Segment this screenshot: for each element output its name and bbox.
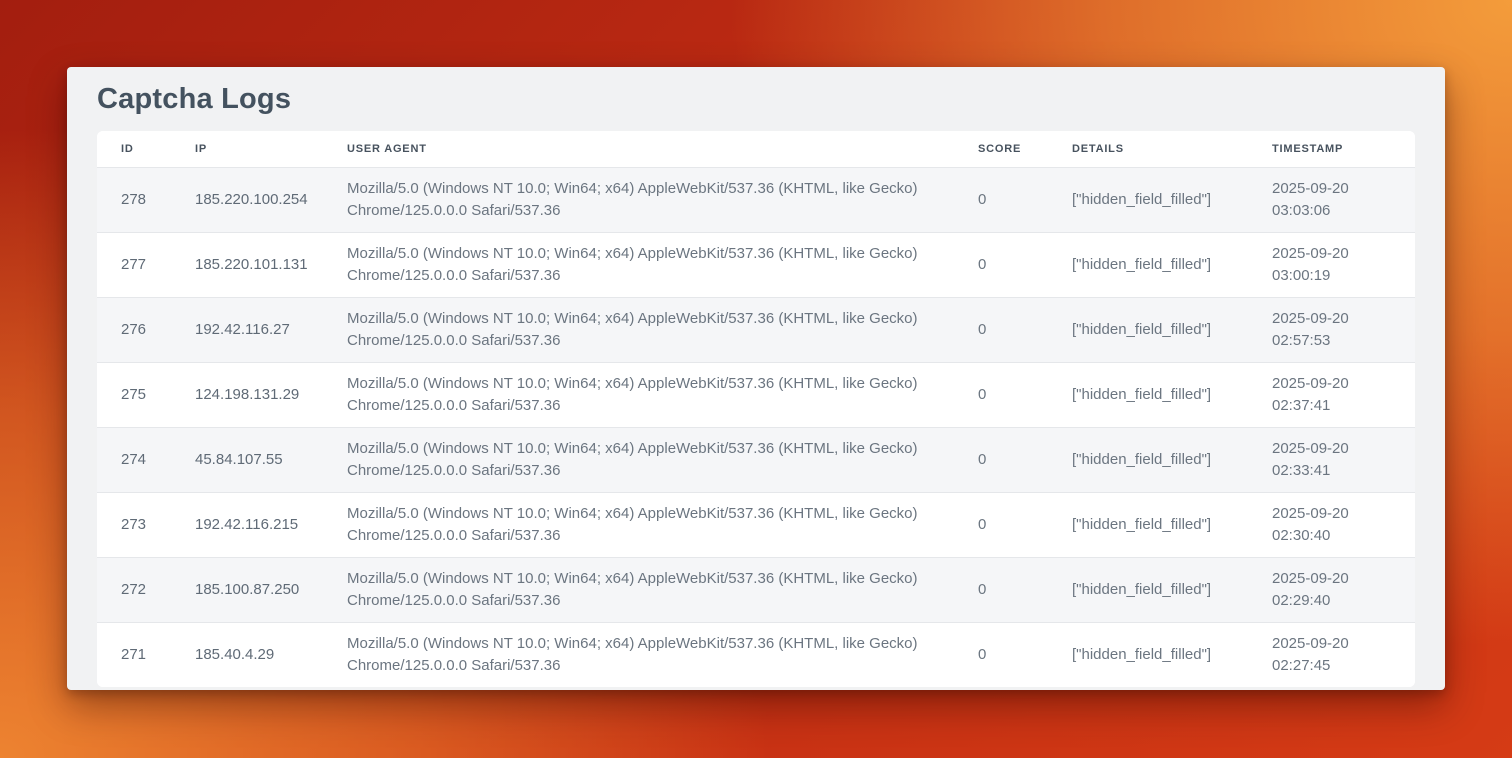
cell-id: 277 [97,232,171,297]
cell-score: 0 [954,557,1048,622]
cell-id: 273 [97,492,171,557]
column-header-details: DETAILS [1048,131,1248,167]
cell-score: 0 [954,492,1048,557]
captcha-logs-table: ID IP USER AGENT SCORE DETAILS TIMESTAMP… [97,131,1415,687]
cell-details: ["hidden_field_filled"] [1048,167,1248,232]
cell-user-agent: Mozilla/5.0 (Windows NT 10.0; Win64; x64… [323,557,954,622]
table-row: 275 124.198.131.29 Mozilla/5.0 (Windows … [97,362,1415,427]
cell-user-agent: Mozilla/5.0 (Windows NT 10.0; Win64; x64… [323,362,954,427]
cell-timestamp: 2025-09-20 03:00:19 [1248,232,1415,297]
cell-id: 272 [97,557,171,622]
cell-user-agent: Mozilla/5.0 (Windows NT 10.0; Win64; x64… [323,622,954,687]
captcha-logs-card: Captcha Logs ID IP USER AGENT SCORE DETA… [67,67,1445,690]
captcha-logs-table-container: ID IP USER AGENT SCORE DETAILS TIMESTAMP… [97,131,1415,687]
table-row: 276 192.42.116.27 Mozilla/5.0 (Windows N… [97,297,1415,362]
column-header-user-agent: USER AGENT [323,131,954,167]
cell-details: ["hidden_field_filled"] [1048,557,1248,622]
cell-details: ["hidden_field_filled"] [1048,492,1248,557]
cell-ip: 185.40.4.29 [171,622,323,687]
cell-ip: 124.198.131.29 [171,362,323,427]
cell-details: ["hidden_field_filled"] [1048,427,1248,492]
cell-ip: 185.220.100.254 [171,167,323,232]
cell-score: 0 [954,167,1048,232]
cell-id: 271 [97,622,171,687]
cell-details: ["hidden_field_filled"] [1048,622,1248,687]
table-header: ID IP USER AGENT SCORE DETAILS TIMESTAMP [97,131,1415,167]
cell-id: 278 [97,167,171,232]
table-row: 272 185.100.87.250 Mozilla/5.0 (Windows … [97,557,1415,622]
cell-timestamp: 2025-09-20 02:33:41 [1248,427,1415,492]
table-row: 274 45.84.107.55 Mozilla/5.0 (Windows NT… [97,427,1415,492]
cell-user-agent: Mozilla/5.0 (Windows NT 10.0; Win64; x64… [323,167,954,232]
column-header-timestamp: TIMESTAMP [1248,131,1415,167]
page-title: Captcha Logs [97,83,1415,115]
cell-timestamp: 2025-09-20 02:37:41 [1248,362,1415,427]
cell-id: 275 [97,362,171,427]
cell-score: 0 [954,362,1048,427]
cell-ip: 185.100.87.250 [171,557,323,622]
cell-ip: 45.84.107.55 [171,427,323,492]
cell-id: 276 [97,297,171,362]
cell-timestamp: 2025-09-20 02:30:40 [1248,492,1415,557]
table-row: 271 185.40.4.29 Mozilla/5.0 (Windows NT … [97,622,1415,687]
cell-details: ["hidden_field_filled"] [1048,297,1248,362]
column-header-ip: IP [171,131,323,167]
cell-score: 0 [954,622,1048,687]
cell-id: 274 [97,427,171,492]
cell-score: 0 [954,232,1048,297]
column-header-score: SCORE [954,131,1048,167]
cell-ip: 192.42.116.215 [171,492,323,557]
table-row: 278 185.220.100.254 Mozilla/5.0 (Windows… [97,167,1415,232]
cell-user-agent: Mozilla/5.0 (Windows NT 10.0; Win64; x64… [323,232,954,297]
table-row: 273 192.42.116.215 Mozilla/5.0 (Windows … [97,492,1415,557]
table-row: 277 185.220.101.131 Mozilla/5.0 (Windows… [97,232,1415,297]
cell-details: ["hidden_field_filled"] [1048,232,1248,297]
cell-timestamp: 2025-09-20 03:03:06 [1248,167,1415,232]
cell-timestamp: 2025-09-20 02:57:53 [1248,297,1415,362]
table-header-row: ID IP USER AGENT SCORE DETAILS TIMESTAMP [97,131,1415,167]
cell-timestamp: 2025-09-20 02:29:40 [1248,557,1415,622]
cell-details: ["hidden_field_filled"] [1048,362,1248,427]
cell-score: 0 [954,427,1048,492]
table-body: 278 185.220.100.254 Mozilla/5.0 (Windows… [97,167,1415,687]
cell-score: 0 [954,297,1048,362]
cell-ip: 185.220.101.131 [171,232,323,297]
cell-ip: 192.42.116.27 [171,297,323,362]
cell-user-agent: Mozilla/5.0 (Windows NT 10.0; Win64; x64… [323,427,954,492]
cell-user-agent: Mozilla/5.0 (Windows NT 10.0; Win64; x64… [323,297,954,362]
column-header-id: ID [97,131,171,167]
cell-timestamp: 2025-09-20 02:27:45 [1248,622,1415,687]
cell-user-agent: Mozilla/5.0 (Windows NT 10.0; Win64; x64… [323,492,954,557]
